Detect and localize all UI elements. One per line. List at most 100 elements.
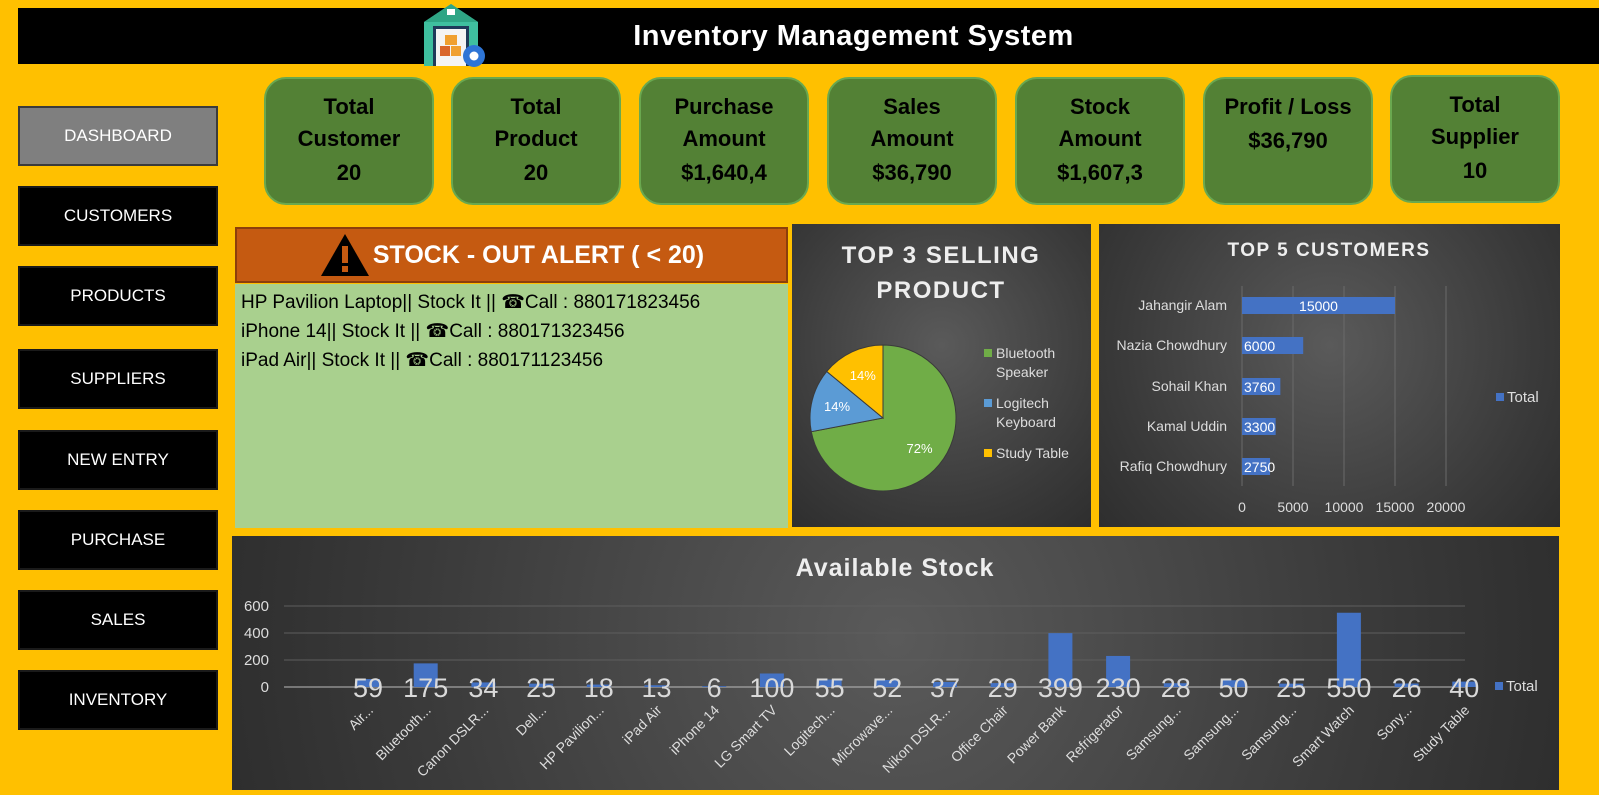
x-category-label: Dell... (513, 702, 550, 739)
stock-alert-list: HP Pavilion Laptop|| Stock It || ☎Call :… (235, 284, 788, 528)
kpi-value: $1,607,3 (1057, 160, 1143, 185)
kpi-label: Stock Amount (1058, 94, 1142, 151)
x-category-label: Power Bank (1004, 701, 1069, 766)
x-tick-label: 5000 (1277, 499, 1308, 515)
list-item: iPhone 14|| Stock It || ☎Call : 88017132… (241, 317, 782, 346)
kpi-value: $36,790 (1248, 128, 1328, 153)
x-category-label: Study Table (1410, 702, 1473, 765)
nav-button-dashboard[interactable]: DASHBOARD (18, 106, 218, 166)
bar-data-label: 399 (1038, 673, 1083, 703)
bar-data-label: 34 (468, 673, 498, 703)
nav-button-inventory[interactable]: INVENTORY (18, 670, 218, 730)
legend-label: Total (1507, 389, 1539, 406)
bar-data-label: 28 (1161, 673, 1191, 703)
legend-label: Logitech Keyboard (996, 395, 1056, 430)
phone-icon: ☎ (501, 292, 525, 313)
y-tick-label: 0 (261, 679, 269, 696)
bar-data-label: 100 (749, 673, 794, 703)
stock-alert-header: STOCK - OUT ALERT ( < 20) (235, 227, 788, 283)
y-category-label: Nazia Chowdhury (1117, 337, 1228, 353)
kpi-value: 10 (1462, 158, 1488, 183)
pie-data-label: 14% (850, 368, 876, 383)
bar-data-label: 18 (584, 673, 614, 703)
legend-swatch (984, 449, 992, 457)
bar-data-label: 37 (930, 673, 960, 703)
bar-data-label: 40 (1449, 673, 1479, 703)
y-category-label: Kamal Uddin (1147, 418, 1227, 434)
kpi-card: Total Supplier 10 (1390, 75, 1560, 203)
nav-button-suppliers[interactable]: SUPPLIERS (18, 349, 218, 409)
bar-data-label: 6000 (1244, 338, 1275, 354)
legend-swatch (984, 399, 992, 407)
x-category-label: Office Chair (947, 702, 1011, 766)
bar-data-label: 2750 (1244, 459, 1275, 475)
top-customers-bar-chart: TOP 5 CUSTOMERS 0 5000 10000 15000 20000 Jahan… (1117, 240, 1539, 515)
pie-data-label: 14% (824, 399, 850, 414)
kpi-label: Total Customer (297, 94, 401, 151)
top-customers-chart-panel: TOP 5 CUSTOMERS 0 5000 10000 15000 20000 Jahan… (1099, 224, 1560, 527)
phone-icon: ☎ (425, 321, 450, 342)
list-item: iPad Air|| Stock It || ☎Call : 880171123… (241, 346, 782, 375)
x-category-label: Bluetooth... (372, 702, 433, 763)
warning-icon (320, 234, 369, 276)
kpi-card: Total Customer 20 (264, 77, 434, 205)
legend-swatch (1495, 682, 1503, 690)
bar-data-label: 15000 (1299, 298, 1338, 314)
x-category-label: Air... (345, 702, 376, 733)
alert-product: iPad Air|| Stock It || (241, 350, 406, 371)
alert-product: HP Pavilion Laptop|| Stock It || (241, 292, 502, 313)
chart-title: Available Stock (796, 554, 995, 582)
kpi-card: Stock Amount $1,607,3 (1015, 77, 1185, 205)
stock-alert-title: STOCK - OUT ALERT ( < 20) (372, 240, 705, 269)
bar-data-label: 25 (526, 673, 556, 703)
bar-data-label: 550 (1326, 673, 1371, 703)
pie-data-label: 72% (907, 441, 933, 456)
bar-data-label: 29 (988, 673, 1018, 703)
warehouse-logo-icon (424, 4, 485, 67)
top-selling-chart-panel: TOP 3 SELLING PRODUCT 72% 14% 14% Bluetooth Sp… (792, 224, 1091, 527)
x-category-label: iPhone 14 (666, 702, 722, 758)
x-tick-label: 15000 (1376, 499, 1415, 515)
kpi-card: Profit / Loss $36,790 (1203, 77, 1373, 205)
kpi-card: Purchase Amount $1,640,4 (639, 77, 809, 205)
bar-data-label: 50 (1218, 673, 1248, 703)
x-tick-label: 0 (1238, 499, 1246, 515)
kpi-value: 20 (523, 160, 549, 185)
y-tick-label: 200 (244, 652, 269, 669)
alert-call: Call : 880171823456 (524, 292, 701, 313)
x-tick-label: 10000 (1325, 499, 1364, 515)
title-bar: Inventory Management System (18, 8, 1599, 64)
bar-data-label: 175 (403, 673, 448, 703)
x-category-label: iPad Air (619, 702, 665, 748)
y-tick-label: 600 (244, 598, 269, 615)
bar-data-label: 230 (1096, 673, 1141, 703)
x-category-label: Samsung... (1123, 702, 1184, 763)
legend-label: Bluetooth Speaker (996, 345, 1055, 380)
kpi-label: Sales Amount (870, 94, 954, 151)
phone-icon: ☎ (405, 350, 430, 371)
nav-button-sales[interactable]: SALES (18, 590, 218, 650)
kpi-label: Total Product (494, 94, 578, 151)
nav-button-customers[interactable]: CUSTOMERS (18, 186, 218, 246)
x-category-label: Smart Watch (1289, 702, 1357, 770)
x-category-label: Sony... (1373, 702, 1414, 743)
nav-button-purchase[interactable]: PURCHASE (18, 510, 218, 570)
bar-data-label: 59 (353, 673, 383, 703)
y-category-label: Sohail Khan (1151, 378, 1227, 394)
alert-product: iPhone 14|| Stock It || (241, 321, 426, 342)
y-tick-label: 400 (244, 625, 269, 642)
chart-title: TOP 3 SELLING (842, 242, 1041, 269)
bar-data-label: 3300 (1244, 419, 1275, 435)
available-stock-bar-chart: Available Stock 600 400 200 0 59Air... 175Blue… (244, 554, 1538, 780)
kpi-label: Purchase Amount (674, 94, 774, 151)
alert-call: Call : 880171123456 (429, 350, 604, 371)
y-category-label: Rafiq Chowdhury (1120, 458, 1227, 474)
nav-button-products[interactable]: PRODUCTS (18, 266, 218, 326)
chart-title: PRODUCT (876, 277, 1005, 304)
top-selling-pie-chart: TOP 3 SELLING PRODUCT 72% 14% 14% Bluetooth Sp… (809, 242, 1069, 492)
nav-button-new-entry[interactable]: NEW ENTRY (18, 430, 218, 490)
kpi-card: Sales Amount $36,790 (827, 77, 997, 205)
bar-data-label: 13 (641, 673, 671, 703)
chart-title: TOP 5 CUSTOMERS (1227, 240, 1430, 261)
bar-data-label: 25 (1276, 673, 1306, 703)
